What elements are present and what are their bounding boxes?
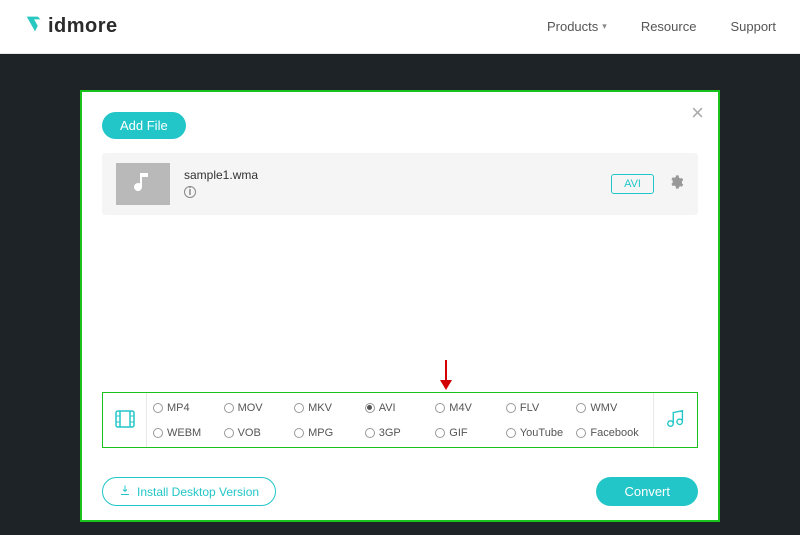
format-label: VOB <box>238 427 261 439</box>
download-icon <box>119 484 131 499</box>
format-label: AVI <box>379 402 396 414</box>
format-option-mov[interactable]: MOV <box>224 402 295 414</box>
close-icon[interactable]: × <box>691 102 704 124</box>
radio-icon <box>153 428 163 438</box>
radio-icon <box>435 428 445 438</box>
format-label: FLV <box>520 402 539 414</box>
file-thumbnail <box>116 163 170 205</box>
format-option-youtube[interactable]: YouTube <box>506 427 577 439</box>
radio-icon <box>224 403 234 413</box>
format-option-webm[interactable]: WEBM <box>153 427 224 439</box>
add-file-button[interactable]: Add File <box>102 112 186 139</box>
format-option-mpg[interactable]: MPG <box>294 427 365 439</box>
add-file-label: Add File <box>120 118 168 133</box>
gear-icon[interactable] <box>668 174 684 195</box>
radio-icon <box>365 428 375 438</box>
radio-icon <box>576 403 586 413</box>
video-tab[interactable] <box>103 393 147 447</box>
radio-icon <box>294 428 304 438</box>
format-option-mkv[interactable]: MKV <box>294 402 365 414</box>
nav-products-label: Products <box>547 19 598 34</box>
annotation-arrow-icon <box>438 360 454 394</box>
format-panel: MP4 MOV MKV AVI M4V FLV WMV WEBM VOB MPG 3GP GIF You… <box>102 392 698 448</box>
info-icon[interactable]: i <box>184 186 196 198</box>
format-option-vob[interactable]: VOB <box>224 427 295 439</box>
radio-icon <box>576 428 586 438</box>
format-option-wmv[interactable]: WMV <box>576 402 647 414</box>
logo-text: idmore <box>48 15 118 38</box>
app-header: idmore Products ▾ Resource Support <box>0 0 800 54</box>
chevron-down-icon: ▾ <box>602 21 607 32</box>
format-grid: MP4 MOV MKV AVI M4V FLV WMV WEBM VOB MPG 3GP GIF You… <box>147 393 653 447</box>
convert-label: Convert <box>624 484 670 499</box>
format-label: 3GP <box>379 427 401 439</box>
format-label: Facebook <box>590 427 638 439</box>
format-option-m4v[interactable]: M4V <box>435 402 506 414</box>
file-meta: sample1.wma i <box>184 168 597 200</box>
music-note-icon <box>131 170 155 199</box>
radio-icon <box>506 428 516 438</box>
format-option-flv[interactable]: FLV <box>506 402 577 414</box>
top-nav: Products ▾ Resource Support <box>547 19 776 34</box>
format-label: MKV <box>308 402 332 414</box>
format-label: GIF <box>449 427 467 439</box>
convert-button[interactable]: Convert <box>596 477 698 506</box>
format-option-mp4[interactable]: MP4 <box>153 402 224 414</box>
radio-icon <box>224 428 234 438</box>
format-label: YouTube <box>520 427 563 439</box>
radio-icon <box>294 403 304 413</box>
logo[interactable]: idmore <box>24 13 118 40</box>
format-label: MOV <box>238 402 263 414</box>
modal-footer: Install Desktop Version Convert <box>102 477 698 506</box>
radio-icon <box>153 403 163 413</box>
file-name: sample1.wma <box>184 168 597 182</box>
radio-icon <box>365 403 375 413</box>
audio-tab[interactable] <box>653 393 697 447</box>
nav-support-label: Support <box>730 19 776 34</box>
logo-mark-icon <box>24 13 46 40</box>
format-option-avi[interactable]: AVI <box>365 402 436 414</box>
install-desktop-button[interactable]: Install Desktop Version <box>102 477 276 506</box>
nav-resource-label: Resource <box>641 19 697 34</box>
film-icon <box>113 407 137 434</box>
output-format-tag[interactable]: AVI <box>611 174 654 194</box>
format-option-3gp[interactable]: 3GP <box>365 427 436 439</box>
nav-resource[interactable]: Resource <box>641 19 697 34</box>
format-label: WMV <box>590 402 617 414</box>
format-label: MPG <box>308 427 333 439</box>
format-label: WEBM <box>167 427 201 439</box>
format-option-gif[interactable]: GIF <box>435 427 506 439</box>
format-label: M4V <box>449 402 472 414</box>
music-icon <box>665 408 687 433</box>
file-row: sample1.wma i AVI <box>102 153 698 215</box>
nav-products[interactable]: Products ▾ <box>547 19 607 34</box>
radio-icon <box>506 403 516 413</box>
format-label: MP4 <box>167 402 190 414</box>
format-option-facebook[interactable]: Facebook <box>576 427 647 439</box>
nav-support[interactable]: Support <box>730 19 776 34</box>
converter-modal: × Add File sample1.wma i AVI MP4MO <box>80 90 720 522</box>
radio-icon <box>435 403 445 413</box>
install-desktop-label: Install Desktop Version <box>137 485 259 499</box>
